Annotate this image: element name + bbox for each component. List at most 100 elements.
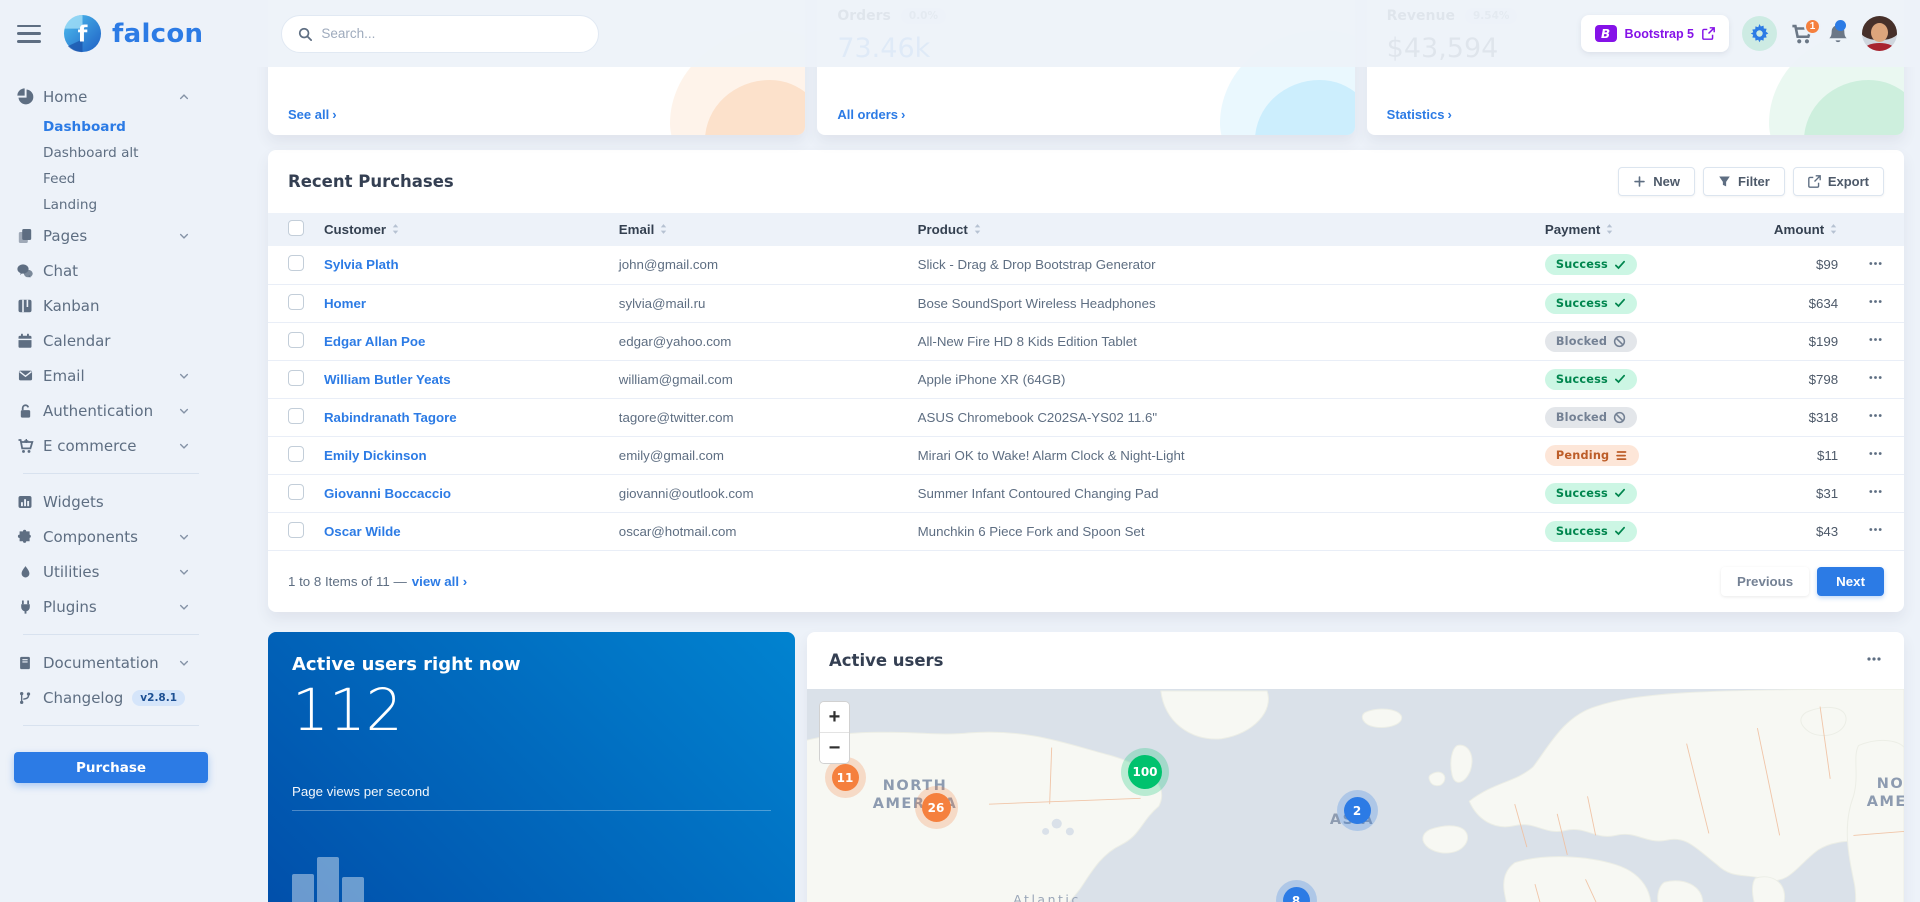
sidebar-nav: HomeDashboardDashboard altFeedLandingPag… bbox=[0, 79, 222, 715]
row-checkbox[interactable] bbox=[288, 484, 304, 500]
settings-button[interactable] bbox=[1742, 16, 1777, 51]
sidebar-item-kanban[interactable]: Kanban bbox=[0, 288, 222, 323]
sidebar-item-pages[interactable]: Pages bbox=[0, 218, 222, 253]
zoom-out-button[interactable]: − bbox=[820, 733, 849, 763]
search-input[interactable] bbox=[321, 26, 582, 41]
customer-link[interactable]: Emily Dickinson bbox=[316, 436, 611, 474]
payment-status-label: Blocked bbox=[1556, 411, 1607, 424]
row-actions-button[interactable] bbox=[1868, 522, 1883, 540]
sidebar-item-utilities[interactable]: Utilities bbox=[0, 554, 222, 589]
kanban-icon bbox=[16, 298, 34, 314]
row-checkbox[interactable] bbox=[288, 332, 304, 348]
row-actions-button[interactable] bbox=[1868, 294, 1883, 312]
row-actions-button[interactable] bbox=[1868, 256, 1883, 274]
see-all-link[interactable]: See all› bbox=[288, 107, 337, 122]
external-icon bbox=[1808, 175, 1821, 188]
puzzle-icon bbox=[16, 529, 34, 545]
customer-link[interactable]: Sylvia Plath bbox=[316, 246, 611, 284]
column-header-customer[interactable]: Customer bbox=[316, 213, 611, 246]
column-header-product[interactable]: Product bbox=[910, 213, 1537, 246]
brand-name: falcon bbox=[112, 19, 203, 49]
copy-icon bbox=[16, 228, 34, 244]
column-header-email[interactable]: Email bbox=[611, 213, 910, 246]
chevron-down-icon bbox=[175, 601, 193, 613]
row-checkbox[interactable] bbox=[288, 408, 304, 424]
map-region-label: NORTH AMERICA bbox=[1829, 775, 1904, 811]
row-checkbox[interactable] bbox=[288, 522, 304, 538]
sidebar-item-chat[interactable]: Chat bbox=[0, 253, 222, 288]
customer-link[interactable]: Homer bbox=[316, 284, 611, 322]
chevron-down-icon bbox=[175, 566, 193, 578]
previous-button[interactable]: Previous bbox=[1721, 567, 1809, 596]
sidebar-item-home[interactable]: Home bbox=[0, 79, 222, 114]
sidebar-item-documentation[interactable]: Documentation bbox=[0, 645, 222, 680]
divider bbox=[292, 810, 771, 811]
customer-link[interactable]: Edgar Allan Poe bbox=[316, 322, 611, 360]
map-marker[interactable]: 100 bbox=[1128, 755, 1162, 789]
purchase-button[interactable]: Purchase bbox=[14, 752, 208, 783]
row-actions-button[interactable] bbox=[1868, 370, 1883, 388]
dots-icon bbox=[1868, 446, 1883, 461]
row-checkbox[interactable] bbox=[288, 255, 304, 271]
select-all-checkbox[interactable] bbox=[288, 220, 304, 236]
map-marker[interactable]: 2 bbox=[1344, 797, 1371, 824]
row-actions-button[interactable] bbox=[1868, 408, 1883, 426]
hamburger-menu-icon[interactable] bbox=[17, 25, 41, 43]
filter-button[interactable]: Filter bbox=[1703, 167, 1785, 196]
sidebar-item-email[interactable]: Email bbox=[0, 358, 222, 393]
sidebar-item-dashboard[interactable]: Dashboard bbox=[0, 114, 222, 140]
all-orders-link[interactable]: All orders› bbox=[837, 107, 905, 122]
search-box[interactable] bbox=[281, 15, 599, 53]
row-checkbox[interactable] bbox=[288, 370, 304, 386]
customer-link[interactable]: Oscar Wilde bbox=[316, 512, 611, 550]
sidebar-item-landing[interactable]: Landing bbox=[0, 192, 222, 218]
envelope-icon bbox=[16, 368, 34, 383]
table-row: Rabindranath Tagoretagore@twitter.comASU… bbox=[268, 398, 1904, 436]
falcon-logo[interactable]: f falcon bbox=[63, 14, 203, 53]
sidebar-item-plugins[interactable]: Plugins bbox=[0, 589, 222, 624]
column-header-amount[interactable]: Amount bbox=[1766, 213, 1846, 246]
bootstrap-logo-icon: B bbox=[1595, 25, 1617, 42]
sidebar-item-e-commerce[interactable]: E commerce bbox=[0, 428, 222, 463]
row-checkbox[interactable] bbox=[288, 294, 304, 310]
book-icon bbox=[16, 655, 34, 671]
sidebar-item-widgets[interactable]: Widgets bbox=[0, 484, 222, 519]
row-actions-button[interactable] bbox=[1868, 332, 1883, 350]
statistics-link[interactable]: Statistics› bbox=[1387, 107, 1452, 122]
view-all-link[interactable]: view all › bbox=[412, 574, 467, 589]
column-header-payment[interactable]: Payment bbox=[1537, 213, 1766, 246]
zoom-in-button[interactable]: + bbox=[820, 702, 849, 732]
code-branch-icon bbox=[16, 690, 34, 706]
customer-link[interactable]: Giovanni Boccaccio bbox=[316, 474, 611, 512]
product-name: Slick - Drag & Drop Bootstrap Generator bbox=[910, 246, 1537, 284]
row-actions-button[interactable] bbox=[1868, 484, 1883, 502]
user-avatar[interactable] bbox=[1862, 16, 1897, 51]
sidebar-item-calendar[interactable]: Calendar bbox=[0, 323, 222, 358]
amount-value: $318 bbox=[1766, 398, 1846, 436]
sidebar-item-components[interactable]: Components bbox=[0, 519, 222, 554]
new-button[interactable]: New bbox=[1618, 167, 1695, 196]
customer-link[interactable]: Rabindranath Tagore bbox=[316, 398, 611, 436]
active-users-map-card: Active users bbox=[807, 632, 1904, 902]
payment-status-label: Success bbox=[1556, 487, 1608, 500]
sidebar-item-feed[interactable]: Feed bbox=[0, 166, 222, 192]
bootstrap5-link[interactable]: B Bootstrap 5 bbox=[1581, 15, 1729, 52]
sidebar-item-dashboard-alt[interactable]: Dashboard alt bbox=[0, 140, 222, 166]
row-checkbox[interactable] bbox=[288, 446, 304, 462]
sidebar-item-changelog[interactable]: Changelogv2.8.1 bbox=[0, 680, 222, 715]
customer-link[interactable]: William Butler Yeats bbox=[316, 360, 611, 398]
notifications-button[interactable] bbox=[1827, 23, 1849, 45]
dots-icon bbox=[1868, 256, 1883, 271]
export-button[interactable]: Export bbox=[1793, 167, 1884, 196]
cart-button[interactable]: 1 bbox=[1790, 23, 1814, 45]
map-marker[interactable]: 26 bbox=[922, 793, 951, 822]
active-now-subtitle: Page views per second bbox=[292, 784, 429, 799]
row-actions-button[interactable] bbox=[1868, 446, 1883, 464]
world-map[interactable]: + − NORTH AMERICAASIANORTH AMERICAAtlant… bbox=[807, 689, 1904, 902]
map-marker[interactable]: 11 bbox=[832, 764, 859, 791]
payment-status-badge: Pending bbox=[1545, 445, 1639, 466]
next-button[interactable]: Next bbox=[1817, 567, 1884, 596]
sidebar-item-authentication[interactable]: Authentication bbox=[0, 393, 222, 428]
navbar-right: B Bootstrap 5 1 bbox=[1581, 15, 1897, 52]
card-menu-button[interactable] bbox=[1866, 651, 1882, 670]
